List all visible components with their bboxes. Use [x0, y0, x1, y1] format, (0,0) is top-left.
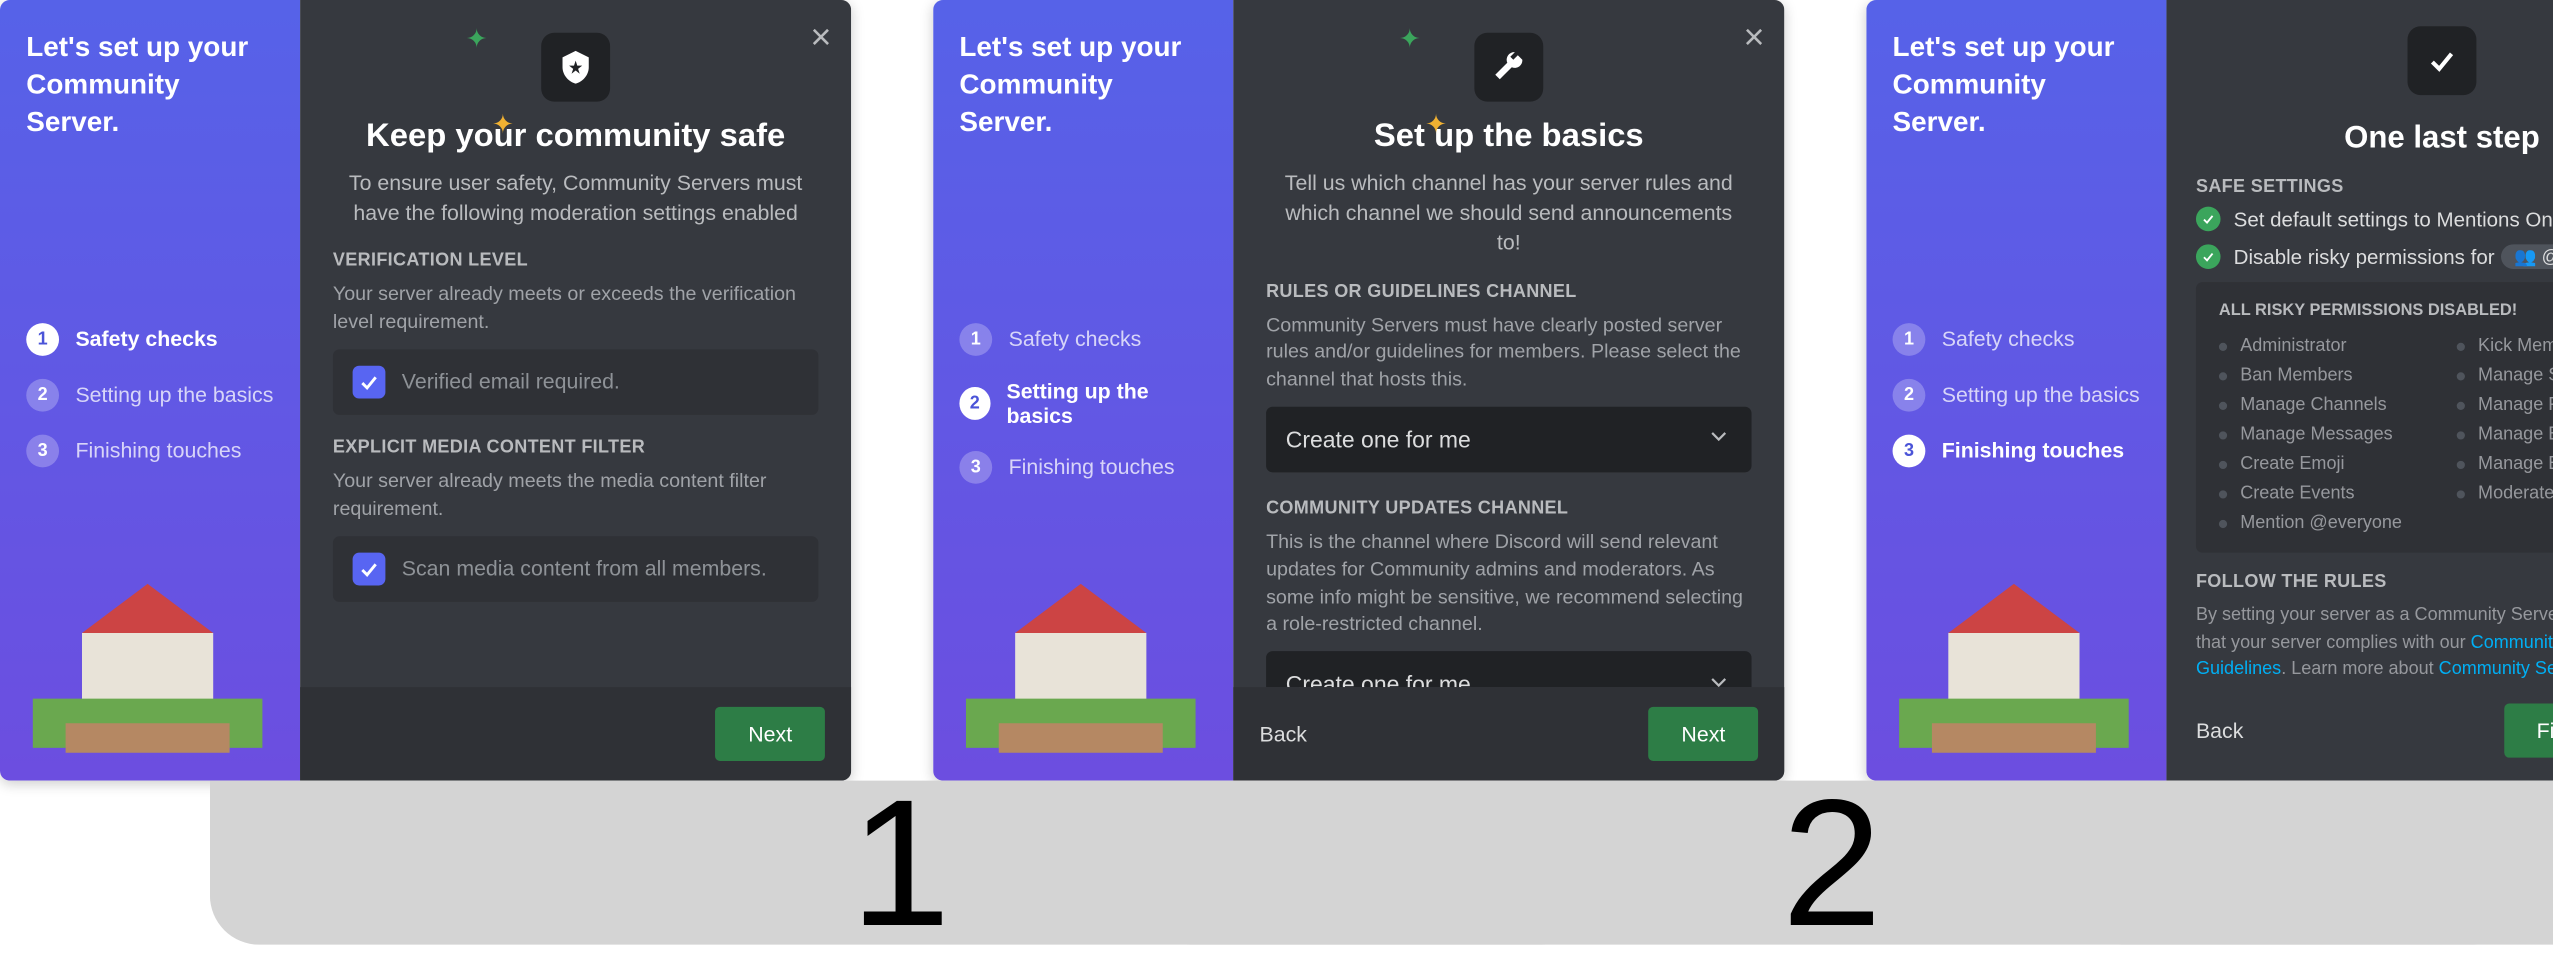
updates-channel-label: COMMUNITY UPDATES CHANNEL: [1266, 498, 1751, 518]
updates-channel-desc: This is the channel where Discord will s…: [1266, 528, 1751, 638]
panel-right: × One last step SAFE SETTINGS Set defaul…: [2166, 0, 2553, 781]
sidebar-title: Let's set up your Community Server.: [959, 30, 1207, 143]
perm-item: Manage Events: [2457, 454, 2553, 474]
perm-item: Mention @everyone: [2219, 513, 2427, 533]
close-icon[interactable]: ×: [1744, 16, 1765, 59]
step-finishing[interactable]: 3Finishing touches: [959, 451, 1207, 484]
panel-title: One last step: [2196, 121, 2553, 157]
next-button[interactable]: Next: [715, 707, 824, 761]
permissions-heading: ALL RISKY PERMISSIONS DISABLED!: [2219, 302, 2553, 320]
back-button[interactable]: Back: [1260, 722, 1307, 747]
step-list: 1Safety checks 2Setting up the basics 3F…: [26, 323, 274, 467]
perm-item: Manage Channels: [2219, 395, 2427, 415]
sidebar-title: Let's set up your Community Server.: [1893, 30, 2141, 143]
panel-right: × ✦ ✦ Keep your community safe To ensure…: [300, 0, 851, 781]
step-number-label-3: 3: [2073, 781, 2553, 945]
wrench-icon: [1474, 33, 1543, 102]
perm-item: Create Emoji: [2219, 454, 2427, 474]
step-list: 1Safety checks 2Setting up the basics 3F…: [1893, 323, 2141, 467]
rules-channel-desc: Community Servers must have clearly post…: [1266, 311, 1751, 394]
scan-media-check[interactable]: Scan media content from all members.: [333, 536, 818, 602]
step-safety[interactable]: 1Safety checks: [26, 323, 274, 356]
setup-panel-3: Let's set up your Community Server. 1Saf…: [1866, 0, 2553, 781]
success-icon: [2196, 244, 2221, 269]
footer: Next: [300, 687, 851, 780]
sparkle-icon: ✦: [1425, 108, 1441, 124]
step-finishing[interactable]: 3Finishing touches: [1893, 434, 2141, 467]
checkbox-icon: [353, 366, 386, 399]
step-safety[interactable]: 1Safety checks: [1893, 323, 2141, 356]
perm-item: Manage Roles: [2457, 395, 2553, 415]
step-finishing[interactable]: 3Finishing touches: [26, 434, 274, 467]
close-icon[interactable]: ×: [810, 16, 831, 59]
rules-text: By setting your server as a Community Se…: [2196, 602, 2553, 683]
perm-item: Manage Server: [2457, 366, 2553, 386]
sidebar: Let's set up your Community Server. 1Saf…: [1866, 0, 2166, 781]
rules-channel-label: RULES OR GUIDELINES CHANNEL: [1266, 281, 1751, 301]
panel-right: × ✦ ✦ Set up the basics Tell us which ch…: [1233, 0, 1784, 781]
checkbox-icon: [353, 552, 386, 585]
village-illustration: [933, 535, 1233, 781]
sidebar: Let's set up your Community Server. 1Saf…: [0, 0, 300, 781]
step-safety[interactable]: 1Safety checks: [959, 323, 1207, 356]
verified-email-check[interactable]: Verified email required.: [333, 349, 818, 415]
rules-channel-select[interactable]: Create one for me: [1266, 407, 1751, 473]
check-icon: [2408, 26, 2477, 95]
verification-desc: Your server already meets or exceeds the…: [333, 281, 818, 336]
panel-title: Set up the basics: [1266, 118, 1751, 156]
panel-subtitle: Tell us which channel has your server ru…: [1266, 169, 1751, 258]
panel-title: Keep your community safe: [333, 118, 818, 156]
explicit-filter-desc: Your server already meets the media cont…: [333, 467, 818, 522]
sparkle-icon: ✦: [466, 23, 482, 39]
explicit-filter-label: EXPLICIT MEDIA CONTENT FILTER: [333, 438, 818, 458]
finish-button[interactable]: Finish Setup: [2504, 704, 2553, 758]
sparkle-icon: ✦: [1399, 23, 1415, 39]
safe-settings-label: SAFE SETTINGS: [2196, 177, 2553, 197]
perm-item: Administrator: [2219, 336, 2427, 356]
village-illustration: [1866, 535, 2166, 781]
perm-item: Manage Messages: [2219, 425, 2427, 445]
updates-channel-select[interactable]: Create one for me: [1266, 651, 1751, 687]
back-button[interactable]: Back: [2196, 718, 2243, 743]
setup-panel-2: Let's set up your Community Server. 1Saf…: [933, 0, 1784, 781]
perm-item: Manage Emoji: [2457, 425, 2553, 445]
sparkle-icon: ✦: [492, 108, 508, 124]
perm-item: Moderate Members: [2457, 484, 2553, 504]
step-basics[interactable]: 2Setting up the basics: [26, 379, 274, 412]
village-illustration: [0, 535, 300, 781]
panel-subtitle: To ensure user safety, Community Servers…: [333, 169, 818, 229]
setup-panel-1: Let's set up your Community Server. 1Saf…: [0, 0, 851, 781]
chevron-down-icon: [1706, 669, 1732, 688]
community-servers-link[interactable]: Community Servers: [2439, 659, 2553, 679]
perm-item: Create Events: [2219, 484, 2427, 504]
setting-mentions-only: Set default settings to Mentions Only i: [2196, 207, 2553, 232]
next-button[interactable]: Next: [1649, 707, 1758, 761]
perm-item: Ban Members: [2219, 366, 2427, 386]
chevron-down-icon: [1706, 424, 1732, 455]
shield-icon: [541, 33, 610, 102]
everyone-role-pill: 👥 @everyone: [2501, 244, 2553, 269]
footer: Back Next: [1233, 687, 1784, 780]
setting-disable-risky: Disable risky permissions for 👥 @everyon…: [2196, 244, 2553, 269]
sidebar-title: Let's set up your Community Server.: [26, 30, 274, 143]
success-icon: [2196, 207, 2221, 232]
step-basics[interactable]: 2Setting up the basics: [1893, 379, 2141, 412]
sidebar: Let's set up your Community Server. 1Saf…: [933, 0, 1233, 781]
footer: Back Finish Setup: [2166, 687, 2553, 780]
step-list: 1Safety checks 2Setting up the basics 3F…: [959, 323, 1207, 484]
follow-rules-label: FOLLOW THE RULES: [2196, 572, 2553, 592]
permissions-box: ALL RISKY PERMISSIONS DISABLED! Administ…: [2196, 282, 2553, 553]
perm-item: Kick Members: [2457, 336, 2553, 356]
step-basics[interactable]: 2Setting up the basics: [959, 379, 1207, 428]
verification-label: VERIFICATION LEVEL: [333, 252, 818, 272]
